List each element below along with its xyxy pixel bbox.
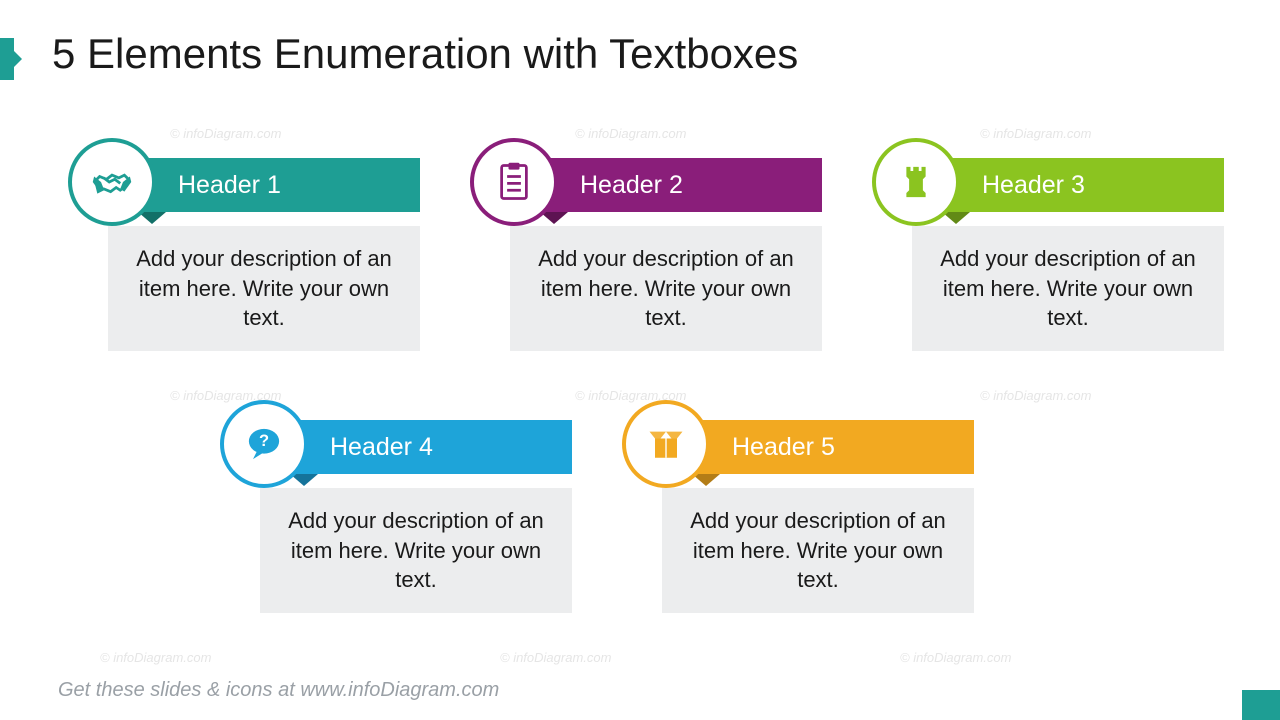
corner-accent (1242, 690, 1280, 720)
handshake-icon (68, 138, 156, 226)
card-row-bottom: ? Header 4 Add your description of an it… (220, 420, 974, 613)
card-body-3: Add your description of an item here. Wr… (912, 226, 1224, 351)
watermark: © infoDiagram.com (900, 650, 1011, 665)
card-header-label: Header 2 (580, 171, 683, 200)
card-body-4: Add your description of an item here. Wr… (260, 488, 572, 613)
card-body-2: Add your description of an item here. Wr… (510, 226, 822, 351)
card-3: Header 3 Add your description of an item… (872, 158, 1224, 351)
card-row-top: Header 1 Add your description of an item… (68, 158, 1224, 351)
card-header-label: Header 1 (178, 171, 281, 200)
footer-text: Get these slides & icons at www.infoDiag… (58, 679, 499, 702)
clipboard-icon (470, 138, 558, 226)
card-4: ? Header 4 Add your description of an it… (220, 420, 572, 613)
watermark: © infoDiagram.com (170, 126, 281, 141)
card-body-1: Add your description of an item here. Wr… (108, 226, 420, 351)
card-header-label: Header 5 (732, 433, 835, 462)
side-accent (0, 38, 14, 80)
card-1: Header 1 Add your description of an item… (68, 158, 420, 351)
chess-rook-icon (872, 138, 960, 226)
watermark: © infoDiagram.com (100, 650, 211, 665)
svg-text:?: ? (259, 432, 269, 450)
open-box-icon (622, 400, 710, 488)
watermark: © infoDiagram.com (980, 388, 1091, 403)
card-header-label: Header 3 (982, 171, 1085, 200)
watermark: © infoDiagram.com (980, 126, 1091, 141)
card-5: Header 5 Add your description of an item… (622, 420, 974, 613)
watermark: © infoDiagram.com (575, 126, 686, 141)
speech-bubble-icon: ? (220, 400, 308, 488)
card-2: Header 2 Add your description of an item… (470, 158, 822, 351)
slide-title: 5 Elements Enumeration with Textboxes (52, 30, 798, 78)
watermark: © infoDiagram.com (500, 650, 611, 665)
card-header-label: Header 4 (330, 433, 433, 462)
card-body-5: Add your description of an item here. Wr… (662, 488, 974, 613)
